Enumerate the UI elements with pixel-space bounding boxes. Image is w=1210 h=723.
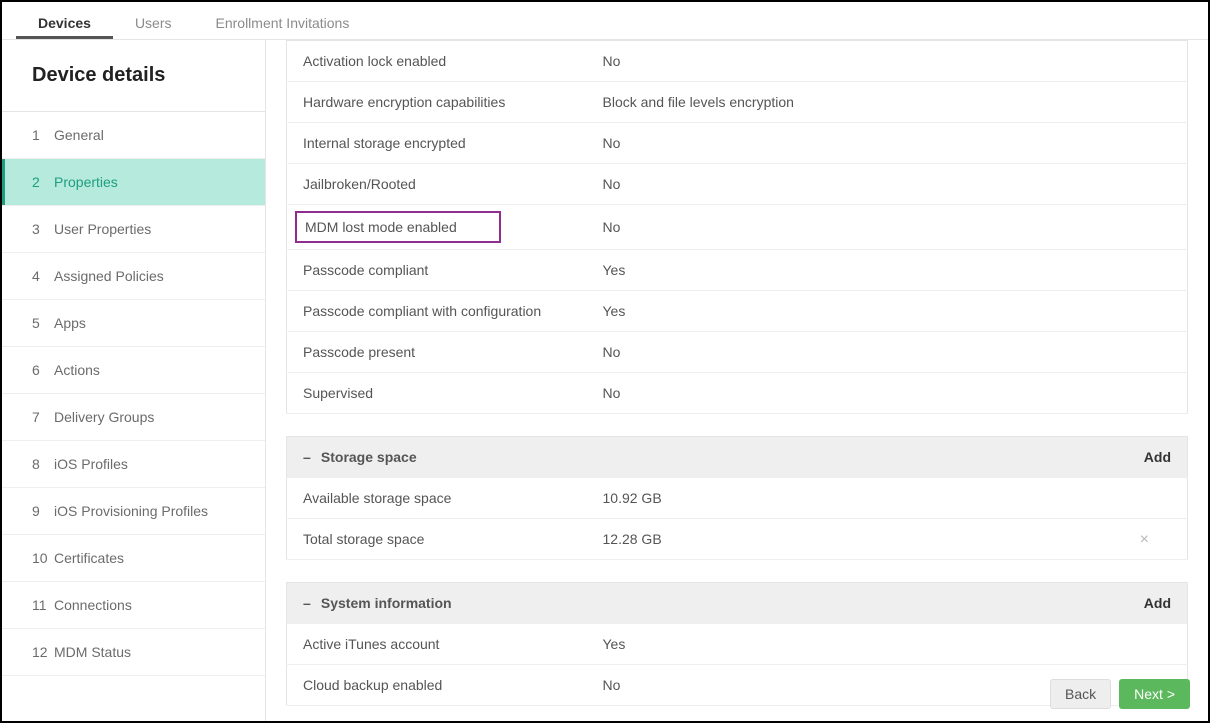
sidebar-item-ios-profiles[interactable]: 8 iOS Profiles [2,441,265,488]
prop-label: Passcode present [287,332,587,373]
highlight-box: MDM lost mode enabled [295,211,501,243]
sidebar-item-properties[interactable]: 2 Properties [2,159,265,206]
sidebar-item-label: Actions [54,362,100,378]
table-row: Active iTunes account Yes [287,624,1188,665]
main-content: Activation lock enabled No Hardware encr… [266,40,1208,721]
sidebar-item-label: iOS Provisioning Profiles [54,503,208,519]
table-row: Internal storage encrypted No [287,123,1188,164]
sidebar-item-label: Certificates [54,550,124,566]
prop-value: 12.28 GB × [587,519,1188,560]
sidebar-item-num: 5 [32,315,54,331]
app-window: Devices Users Enrollment Invitations Dev… [0,0,1210,723]
next-button[interactable]: Next > [1119,679,1190,709]
prop-label: Hardware encryption capabilities [287,82,587,123]
sidebar-item-label: Connections [54,597,132,613]
prop-value: Yes [587,291,1188,332]
prop-label: Supervised [287,373,587,414]
body: Device details 1 General 2 Properties 3 … [2,40,1208,721]
prop-label: Cloud backup enabled [287,665,587,706]
table-row: Passcode compliant Yes [287,250,1188,291]
prop-label: Active iTunes account [287,624,587,665]
prop-label: MDM lost mode enabled [287,205,587,250]
sidebar: Device details 1 General 2 Properties 3 … [2,40,266,721]
sidebar-item-num: 9 [32,503,54,519]
prop-value: Yes [587,624,1188,665]
security-table: Activation lock enabled No Hardware encr… [286,40,1188,414]
sidebar-item-apps[interactable]: 5 Apps [2,300,265,347]
sidebar-item-num: 2 [32,174,54,190]
collapse-icon[interactable]: – [303,595,317,611]
sidebar-item-num: 3 [32,221,54,237]
prop-label: Internal storage encrypted [287,123,587,164]
sidebar-item-num: 1 [32,127,54,143]
close-icon[interactable]: × [1140,531,1149,549]
storage-table: – Storage space Add Available storage sp… [286,436,1188,560]
footer: Back Next > [1050,679,1190,709]
prop-value: No [587,373,1188,414]
section-title: System information [321,595,452,611]
prop-label: Available storage space [287,478,587,519]
sidebar-item-label: Assigned Policies [54,268,164,284]
sidebar-item-mdm-status[interactable]: 12 MDM Status [2,629,265,676]
prop-label: Activation lock enabled [287,41,587,82]
prop-value: No [587,332,1188,373]
sidebar-item-num: 7 [32,409,54,425]
sidebar-item-num: 8 [32,456,54,472]
table-row: Passcode present No [287,332,1188,373]
add-button[interactable]: Add [1144,595,1171,611]
sidebar-item-num: 11 [32,597,54,613]
sidebar-item-delivery-groups[interactable]: 7 Delivery Groups [2,394,265,441]
prop-value: No [587,164,1188,205]
top-tabs: Devices Users Enrollment Invitations [2,2,1208,40]
table-row: Total storage space 12.28 GB × [287,519,1188,560]
sidebar-item-actions[interactable]: 6 Actions [2,347,265,394]
table-row: Passcode compliant with configuration Ye… [287,291,1188,332]
table-row: Jailbroken/Rooted No [287,164,1188,205]
sidebar-item-label: Apps [54,315,86,331]
sidebar-item-num: 10 [32,550,54,566]
section-title: Storage space [321,449,417,465]
collapse-icon[interactable]: – [303,449,317,465]
add-button[interactable]: Add [1144,449,1171,465]
back-button[interactable]: Back [1050,679,1111,709]
sidebar-item-num: 12 [32,644,54,660]
sidebar-item-label: User Properties [54,221,151,237]
prop-label: Passcode compliant [287,250,587,291]
sidebar-item-user-properties[interactable]: 3 User Properties [2,206,265,253]
sidebar-item-assigned-policies[interactable]: 4 Assigned Policies [2,253,265,300]
sidebar-item-num: 6 [32,362,54,378]
prop-value: No [587,123,1188,164]
sidebar-item-ios-provisioning-profiles[interactable]: 9 iOS Provisioning Profiles [2,488,265,535]
tab-users[interactable]: Users [113,5,194,39]
prop-value: No [587,41,1188,82]
sidebar-item-label: General [54,127,104,143]
sidebar-item-label: Properties [54,174,118,190]
sidebar-item-num: 4 [32,268,54,284]
table-row-highlighted: MDM lost mode enabled No [287,205,1188,250]
prop-label: Passcode compliant with configuration [287,291,587,332]
section-header-storage: – Storage space Add [287,437,1188,478]
prop-label: Total storage space [287,519,587,560]
prop-value-text: 12.28 GB [603,531,662,547]
prop-value: Block and file levels encryption [587,82,1188,123]
prop-value: Yes [587,250,1188,291]
page-title: Device details [2,40,265,112]
sidebar-item-label: iOS Profiles [54,456,128,472]
scroll-area: Activation lock enabled No Hardware encr… [266,40,1208,721]
tab-enrollment-invitations[interactable]: Enrollment Invitations [194,5,372,39]
prop-value: No [587,205,1188,250]
table-row: Available storage space 10.92 GB [287,478,1188,519]
sidebar-item-certificates[interactable]: 10 Certificates [2,535,265,582]
prop-label: Jailbroken/Rooted [287,164,587,205]
section-header-system: – System information Add [287,583,1188,624]
table-row: Activation lock enabled No [287,41,1188,82]
table-row: Hardware encryption capabilities Block a… [287,82,1188,123]
table-row: Supervised No [287,373,1188,414]
tab-devices[interactable]: Devices [16,5,113,39]
sidebar-item-general[interactable]: 1 General [2,112,265,159]
prop-value: 10.92 GB [587,478,1188,519]
sidebar-item-label: MDM Status [54,644,131,660]
sidebar-item-label: Delivery Groups [54,409,154,425]
sidebar-item-connections[interactable]: 11 Connections [2,582,265,629]
